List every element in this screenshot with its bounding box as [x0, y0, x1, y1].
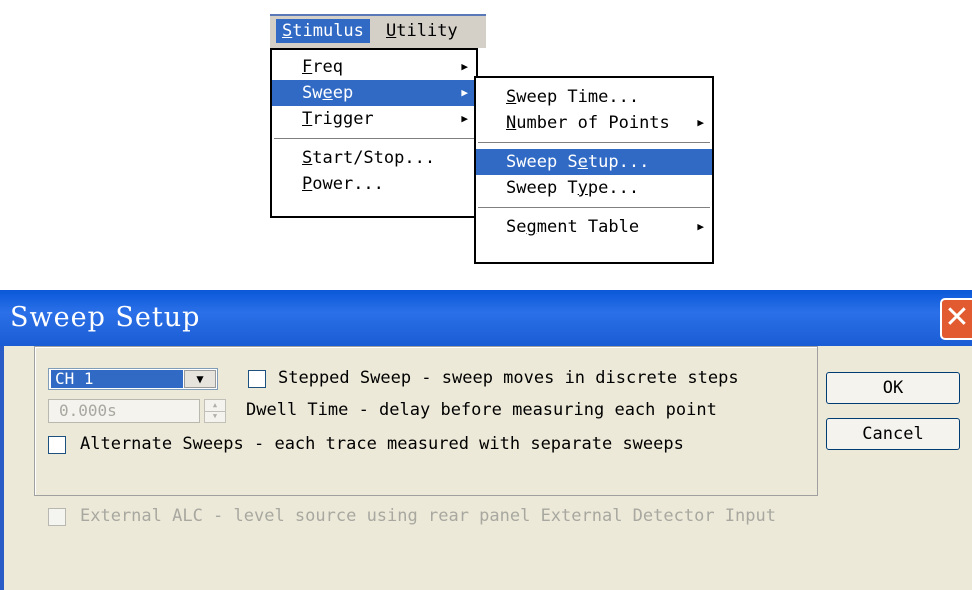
dialog-titlebar: Sweep Setup ✕: [0, 290, 972, 346]
menu-separator: [274, 138, 474, 139]
menu-item-sweep-setup[interactable]: Sweep Setup...: [476, 149, 712, 175]
menu-item-freq[interactable]: Freq ▶: [272, 54, 476, 80]
submenu-arrow-icon: ▶: [461, 86, 468, 99]
alternate-sweeps-checkbox[interactable]: [48, 436, 66, 454]
spin-down-icon[interactable]: ▼: [205, 411, 225, 422]
spinner-buttons: ▲ ▼: [204, 399, 226, 423]
menu-item-trigger[interactable]: Trigger ▶: [272, 106, 476, 132]
menu-item-sweep[interactable]: Sweep ▶: [272, 80, 476, 106]
menu-item-number-of-points[interactable]: Number of Points ▶: [476, 110, 712, 136]
sweep-setup-dialog: Sweep Setup ✕ CH 1 ▼ Stepped Sweep - swe…: [0, 290, 972, 590]
menu-item-power[interactable]: Power...: [272, 171, 476, 197]
external-alc-label: External ALC - level source using rear p…: [80, 506, 776, 526]
sweep-submenu: Sweep Time... Number of Points ▶ Sweep Se…: [474, 76, 714, 264]
stepped-sweep-label: Stepped Sweep - sweep moves in discrete …: [278, 368, 739, 388]
menu-separator: [478, 142, 710, 143]
alternate-sweeps-label: Alternate Sweeps - each trace measured w…: [80, 434, 684, 454]
stimulus-menu: Freq ▶ Sweep ▶ Trigger ▶ Start/Stop... Powe…: [270, 48, 478, 218]
submenu-arrow-icon: ▶: [697, 220, 704, 233]
menu-item-start-stop[interactable]: Start/Stop...: [272, 145, 476, 171]
close-icon[interactable]: ✕: [940, 298, 972, 340]
window-border: [0, 346, 4, 590]
dwell-time-label: Dwell Time - delay before measuring each…: [246, 400, 717, 420]
menu-stimulus[interactable]: Stimulus: [276, 19, 370, 43]
menu-separator: [478, 207, 710, 208]
dialog-title: Sweep Setup: [10, 302, 201, 333]
menubar: Stimulus Utility: [270, 14, 486, 48]
dwell-time-spinner: 0.000s ▲ ▼: [48, 397, 230, 425]
cancel-button[interactable]: Cancel: [826, 418, 960, 450]
channel-select[interactable]: CH 1 ▼: [48, 368, 218, 390]
submenu-arrow-icon: ▶: [697, 116, 704, 129]
submenu-arrow-icon: ▶: [461, 112, 468, 125]
channel-select-value: CH 1: [51, 370, 183, 388]
submenu-arrow-icon: ▶: [461, 60, 468, 73]
menu-item-segment-table[interactable]: Segment Table ▶: [476, 214, 712, 240]
dwell-time-input[interactable]: 0.000s: [48, 399, 200, 423]
external-alc-checkbox[interactable]: [48, 508, 66, 526]
menu-utility[interactable]: Utility: [380, 19, 464, 43]
ok-button[interactable]: OK: [826, 372, 960, 404]
menu-item-sweep-type[interactable]: Sweep Type...: [476, 175, 712, 201]
menu-item-sweep-time[interactable]: Sweep Time...: [476, 84, 712, 110]
stepped-sweep-checkbox[interactable]: [248, 370, 266, 388]
chevron-down-icon[interactable]: ▼: [184, 370, 216, 388]
